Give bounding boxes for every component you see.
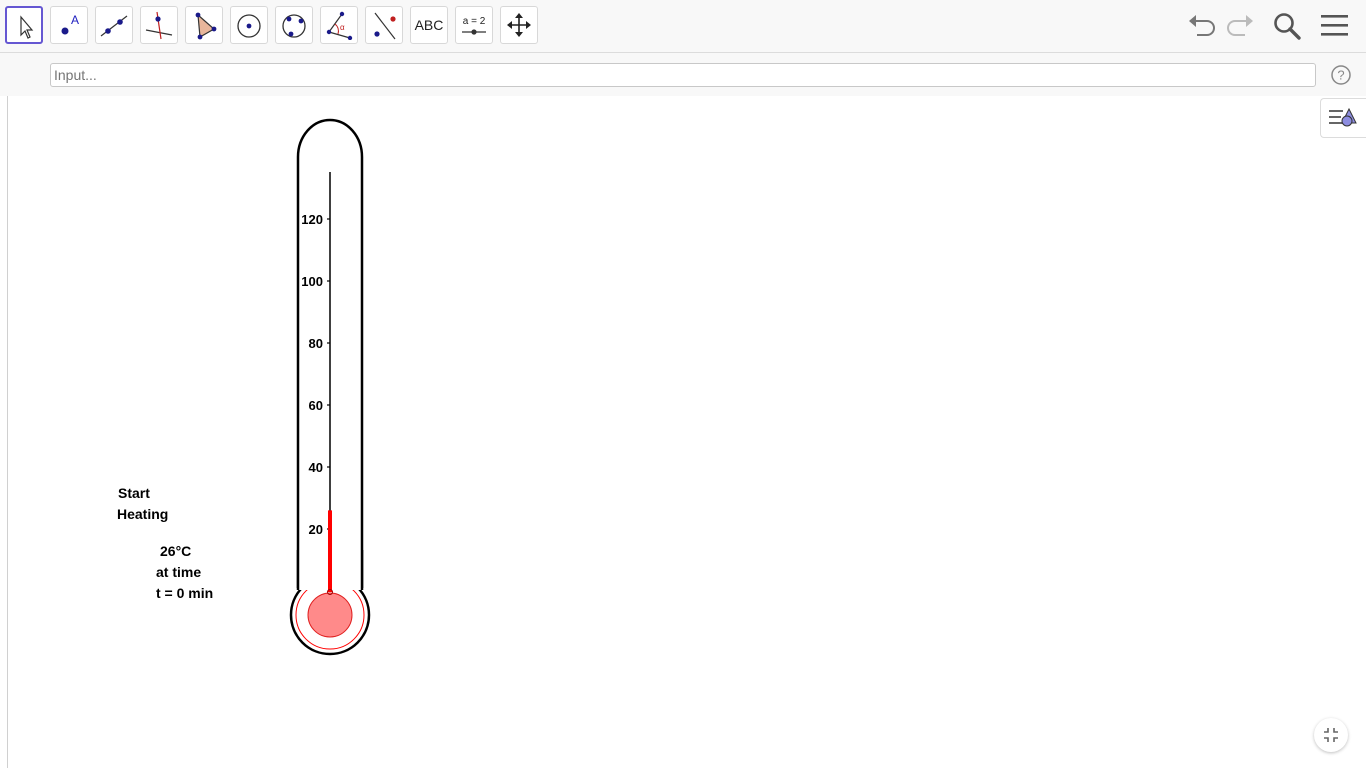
angle-tool-label: α — [340, 23, 345, 32]
algebra-input-field[interactable] — [50, 63, 1316, 87]
move-graphics-view-tool-button[interactable] — [500, 6, 538, 44]
polygon-icon — [195, 12, 217, 40]
redo-button[interactable] — [1223, 9, 1257, 43]
perpendicular-line-icon — [145, 11, 173, 40]
slider-tool-button[interactable]: a = 2 — [455, 6, 493, 44]
slider-tool-label: a = 2 — [463, 16, 486, 27]
input-help-button[interactable]: ? — [1330, 64, 1352, 86]
start-label: Start — [118, 485, 150, 501]
circle-three-points-icon — [282, 14, 306, 38]
point-icon: A — [61, 13, 79, 35]
perpendicular-line-tool-button[interactable] — [140, 6, 178, 44]
cursor-arrow-icon — [20, 15, 34, 39]
search-button[interactable] — [1270, 9, 1304, 43]
thermometer: 20 40 60 80 100 120 — [289, 118, 371, 656]
at-time-label: at time — [156, 564, 202, 580]
reflect-tool-button[interactable] — [365, 6, 403, 44]
hamburger-menu-icon — [1321, 15, 1348, 36]
style-bar-toggle-button[interactable] — [1320, 98, 1366, 138]
circle-tool-button[interactable] — [230, 6, 268, 44]
point-tool-label: A — [71, 13, 79, 27]
collapse-fullscreen-icon — [1324, 728, 1338, 742]
redo-icon — [1227, 15, 1253, 36]
undo-icon — [1189, 15, 1215, 36]
undo-button[interactable] — [1185, 9, 1219, 43]
circle-three-points-tool-button[interactable] — [275, 6, 313, 44]
help-icon: ? — [1331, 65, 1351, 85]
line-tool-button[interactable] — [95, 6, 133, 44]
scale-tick-label: 100 — [301, 274, 323, 289]
graphics-view[interactable] — [7, 96, 1366, 768]
main-menu-button[interactable] — [1318, 9, 1352, 43]
move-tool-button[interactable] — [5, 6, 43, 44]
temperature-readout: 26°C — [160, 543, 192, 559]
style-bar-icon — [1329, 107, 1357, 127]
thermometer-bulb — [307, 592, 353, 638]
angle-tool-button[interactable]: α — [320, 6, 358, 44]
angle-icon: α — [326, 11, 353, 40]
reflect-icon — [374, 12, 396, 40]
scale-tick-label: 20 — [309, 522, 323, 537]
scale-tick-label: 60 — [309, 398, 323, 413]
point-tool-button[interactable]: A — [50, 6, 88, 44]
scale-tick-label: 120 — [301, 212, 323, 227]
polygon-tool-button[interactable] — [185, 6, 223, 44]
circle-icon — [237, 14, 261, 38]
search-icon — [1274, 13, 1301, 40]
scale-tick-label: 80 — [309, 336, 323, 351]
move-arrows-icon — [507, 13, 531, 37]
fullscreen-button[interactable] — [1314, 718, 1348, 752]
slider-icon: a = 2 — [462, 16, 486, 35]
toolbar: A α ABC a = 2 — [0, 0, 1366, 53]
text-tool-label: ABC — [414, 17, 444, 33]
time-readout: t = 0 min — [156, 585, 214, 601]
text-tool-button[interactable]: ABC — [410, 6, 448, 44]
line-icon — [100, 15, 128, 37]
help-label: ? — [1337, 68, 1344, 83]
heating-label: Heating — [117, 506, 169, 522]
scale-tick-label: 40 — [309, 460, 323, 475]
thermometer-scale: 20 40 60 80 100 120 — [301, 212, 330, 537]
